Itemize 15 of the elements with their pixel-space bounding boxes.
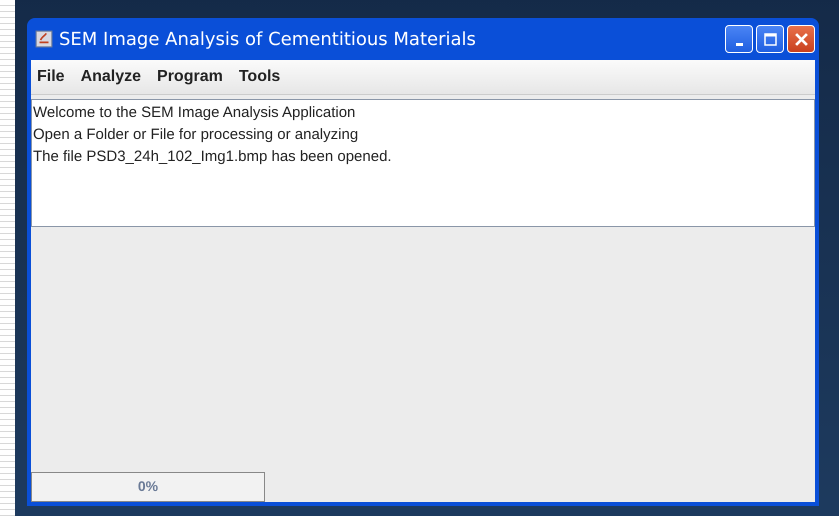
close-button[interactable] (787, 25, 815, 53)
maximize-icon (764, 32, 776, 46)
menu-item[interactable]: Analyze (80, 68, 142, 86)
menu-item[interactable]: File (37, 68, 65, 86)
window-title: SEM Image Analysis of Cementitious Materials (59, 28, 477, 50)
close-icon (794, 32, 808, 46)
log-line: The file PSD3_24h_102_Img1.bmp has been opened. (33, 147, 393, 167)
app-icon (35, 30, 53, 48)
maximize-button[interactable] (756, 25, 784, 53)
log-line: Open a Folder or File for processing or analyzing (33, 125, 360, 145)
minimize-icon (736, 42, 742, 46)
menu-item[interactable]: Program (157, 68, 223, 86)
minimize-button[interactable] (725, 25, 753, 53)
menu-item[interactable]: Tools (238, 68, 280, 86)
log-line: Welcome to the SEM Image Analysis Application (33, 103, 356, 123)
